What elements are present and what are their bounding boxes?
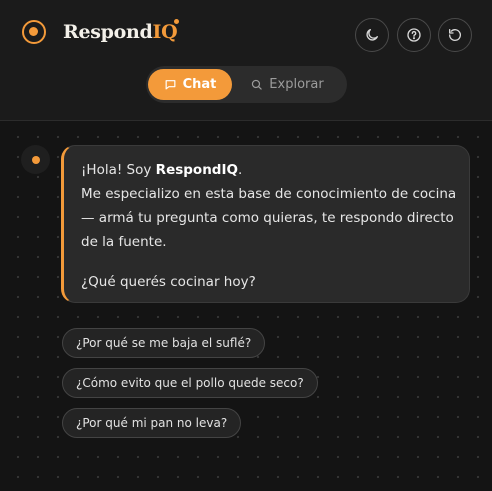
chat-area: ¡Hola! Soy RespondIQ. Me especializo en … [0, 121, 492, 491]
question-line: ¿Qué querés cocinar hoy? [81, 274, 256, 290]
intro-line-3: de la fuente. [81, 234, 167, 250]
tab-chat-label: Chat [182, 77, 217, 92]
greeting-suffix: . [237, 162, 243, 178]
greeting-line: ¡Hola! Soy RespondIQ. [81, 158, 457, 182]
assistant-message: ¡Hola! Soy RespondIQ. Me especializo en … [61, 145, 470, 303]
greeting-name: RespondIQ [155, 162, 238, 178]
moon-icon [366, 29, 378, 41]
header: RespondIQ Chat Explorar [0, 0, 492, 121]
search-icon [252, 79, 262, 90]
tab-explorar-label: Explorar [269, 77, 324, 92]
suggestion-chip[interactable]: ¿Por qué mi pan no leva? [62, 408, 242, 438]
theme-toggle-button[interactable] [355, 18, 389, 52]
avatar-dot-icon [31, 155, 40, 164]
brand-accent: IQ [152, 21, 178, 43]
intro-line-1: Me especializo en esta base de conocimie… [81, 186, 457, 202]
chat-bubble-icon [165, 80, 176, 90]
brand-main: Respond [63, 21, 153, 43]
greeting-prefix: ¡Hola! Soy [81, 162, 156, 178]
brand-dot [174, 19, 179, 24]
tab-chat[interactable]: Chat [148, 69, 232, 100]
brand-name: RespondIQ [63, 21, 178, 43]
reset-button[interactable] [438, 18, 472, 52]
tab-explorar[interactable]: Explorar [241, 69, 333, 100]
app-window: RespondIQ Chat Explorar ¡Hola! Soy Respo… [0, 0, 492, 491]
intro-line-2: — armá tu pregunta como quieras, te resp… [81, 210, 454, 226]
reset-icon [449, 29, 461, 41]
mode-tabs: Chat Explorar [146, 66, 347, 103]
help-icon [407, 28, 421, 42]
suggestion-chip[interactable]: ¿Cómo evito que el pollo quede seco? [62, 368, 318, 398]
suggestion-chip[interactable]: ¿Por qué se me baja el suflé? [62, 328, 266, 358]
help-button[interactable] [397, 18, 431, 52]
assistant-avatar [21, 145, 50, 174]
logo-icon [22, 20, 46, 44]
